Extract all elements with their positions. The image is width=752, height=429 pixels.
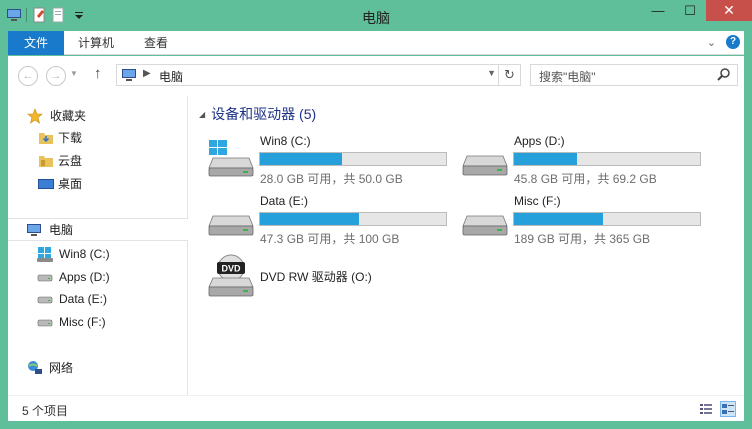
dvd-drive-icon: DVD — [207, 254, 255, 297]
drive-free-space: 28.0 GB 可用，共 50.0 GB — [260, 172, 403, 186]
details-view-icon[interactable] — [698, 401, 714, 417]
drive-usage-bar — [513, 212, 701, 226]
sidebar-item-desktop[interactable]: 桌面 — [8, 173, 188, 195]
breadcrumb[interactable]: 电脑 — [159, 68, 183, 85]
drive-tile-c[interactable]: Win8 (C:) 28.0 GB 可用，共 50.0 GB — [207, 134, 457, 190]
address-bar[interactable]: ▶ 电脑 ▼ ↻ — [116, 64, 521, 86]
tab-view[interactable]: 查看 — [130, 31, 182, 55]
windows-drive-icon — [37, 246, 53, 262]
breadcrumb-separator-icon[interactable]: ▶ — [143, 68, 151, 79]
network-icon — [27, 360, 43, 376]
sidebar-item-label: 下载 — [58, 131, 83, 145]
expand-ribbon-icon[interactable]: ⌄ — [707, 36, 716, 49]
drive-usage-fill — [514, 213, 604, 225]
download-folder-icon — [38, 130, 54, 146]
sidebar-item-label: 电脑 — [49, 223, 74, 237]
drive-icon — [461, 140, 509, 180]
dvd-badge-text: DVD — [221, 264, 241, 274]
drive-name: Win8 (C:) — [260, 134, 311, 148]
navigation-bar: ← → ▼ ↑ ▶ 电脑 ▼ ↻ 搜索"电脑" — [8, 56, 744, 96]
status-bar: 5 个项目 — [8, 395, 744, 421]
tab-file[interactable]: 文件 — [8, 31, 64, 55]
drive-usage-bar — [259, 152, 447, 166]
sidebar-item-label: Data (E:) — [59, 292, 108, 306]
drive-tile-e[interactable]: Data (E:) 47.3 GB 可用，共 100 GB — [207, 194, 457, 250]
sidebar-item-label: Misc (F:) — [59, 315, 106, 329]
address-dropdown-icon[interactable]: ▼ — [487, 68, 496, 78]
ribbon-right: ⌄ ? — [707, 35, 740, 49]
maximize-button[interactable]: ☐ — [674, 0, 706, 21]
sidebar-item-network[interactable]: 网络 — [8, 357, 188, 379]
drive-usage-fill — [260, 213, 359, 225]
sidebar-item-label: Apps (D:) — [59, 270, 110, 284]
drive-icon — [37, 291, 53, 307]
sidebar-item-computer[interactable]: 电脑 — [8, 218, 188, 241]
drive-free-space: 45.8 GB 可用，共 69.2 GB — [514, 172, 657, 186]
group-header[interactable]: ◢ 设备和驱动器 (5) — [199, 104, 316, 124]
sidebar-item-label: 云盘 — [58, 154, 83, 168]
navigation-pane: 收藏夹 下载 云盘 桌面 电脑 Win8 (C:) Apps (D:) Data… — [8, 96, 188, 395]
drive-free-space: 47.3 GB 可用，共 100 GB — [260, 232, 400, 246]
close-button[interactable]: ✕ — [706, 0, 752, 21]
drive-name: DVD RW 驱动器 (O:) — [260, 270, 372, 284]
ribbon-tabs: 文件 计算机 查看 ⌄ ? — [8, 31, 744, 55]
content-pane: ◢ 设备和驱动器 (5) Win8 (C:) 28.0 GB 可用，共 50.0 — [189, 96, 744, 395]
drive-icon — [37, 314, 53, 330]
sidebar-item-label: 网络 — [49, 361, 74, 375]
sidebar-item-label: Win8 (C:) — [59, 247, 110, 261]
main-area: 收藏夹 下载 云盘 桌面 电脑 Win8 (C:) Apps (D:) Data… — [8, 96, 744, 395]
recent-locations-icon[interactable]: ▼ — [70, 69, 78, 78]
drive-name: Apps (D:) — [514, 134, 565, 148]
search-icon[interactable] — [716, 67, 732, 86]
sidebar-item-favorites[interactable]: 收藏夹 — [8, 105, 188, 127]
drive-free-space: 189 GB 可用，共 365 GB — [514, 232, 651, 246]
sidebar-item-win8[interactable]: Win8 (C:) — [8, 243, 188, 265]
cloud-folder-icon — [38, 153, 54, 169]
window-controls: — ☐ ✕ — [642, 0, 752, 21]
tiles-view-icon[interactable] — [720, 401, 736, 417]
group-title: 设备和驱动器 (5) — [211, 106, 317, 122]
drive-tile-f[interactable]: Misc (F:) 189 GB 可用，共 365 GB — [461, 194, 711, 250]
sidebar-item-label: 收藏夹 — [50, 109, 87, 123]
item-count: 5 个项目 — [22, 404, 69, 418]
back-button[interactable]: ← — [18, 66, 38, 86]
drive-icon — [461, 200, 509, 240]
minimize-button[interactable]: — — [642, 0, 674, 21]
drive-usage-bar — [259, 212, 447, 226]
refresh-button[interactable]: ↻ — [498, 65, 520, 85]
sidebar-item-misc[interactable]: Misc (F:) — [8, 311, 188, 333]
forward-button[interactable]: → — [46, 66, 66, 86]
sidebar-item-downloads[interactable]: 下载 — [8, 127, 188, 149]
drive-name: Data (E:) — [260, 194, 309, 208]
window-title: 电脑 — [362, 10, 390, 26]
drive-usage-fill — [514, 153, 578, 165]
drive-tile-dvd[interactable]: DVD DVD RW 驱动器 (O:) — [207, 254, 457, 310]
computer-icon — [121, 68, 137, 85]
drive-usage-fill — [260, 153, 342, 165]
sidebar-item-data[interactable]: Data (E:) — [8, 288, 188, 310]
drive-icon — [207, 200, 255, 240]
up-button[interactable]: ↑ — [94, 65, 102, 82]
view-switcher — [698, 401, 736, 417]
drive-usage-bar — [513, 152, 701, 166]
tab-computer[interactable]: 计算机 — [64, 31, 128, 55]
help-icon[interactable]: ? — [726, 35, 740, 49]
collapse-group-icon[interactable]: ◢ — [199, 110, 205, 119]
drive-icon — [37, 269, 53, 285]
sidebar-item-apps[interactable]: Apps (D:) — [8, 266, 188, 288]
search-input[interactable]: 搜索"电脑" — [530, 64, 738, 86]
computer-icon — [27, 222, 43, 238]
windows-drive-icon — [207, 140, 255, 180]
drive-name: Misc (F:) — [514, 194, 561, 208]
search-placeholder: 搜索"电脑" — [539, 70, 596, 84]
drive-tile-d[interactable]: Apps (D:) 45.8 GB 可用，共 69.2 GB — [461, 134, 711, 190]
sidebar-item-label: 桌面 — [58, 177, 83, 191]
explorer-window: 电脑 — ☐ ✕ 文件 计算机 查看 ⌄ ? ← → ▼ ↑ ▶ 电脑 ▼ ↻ — [0, 0, 752, 429]
title-bar: 电脑 — ☐ ✕ — [0, 0, 752, 32]
star-icon — [27, 108, 43, 124]
sidebar-item-cloud[interactable]: 云盘 — [8, 150, 188, 172]
desktop-icon — [38, 176, 54, 192]
